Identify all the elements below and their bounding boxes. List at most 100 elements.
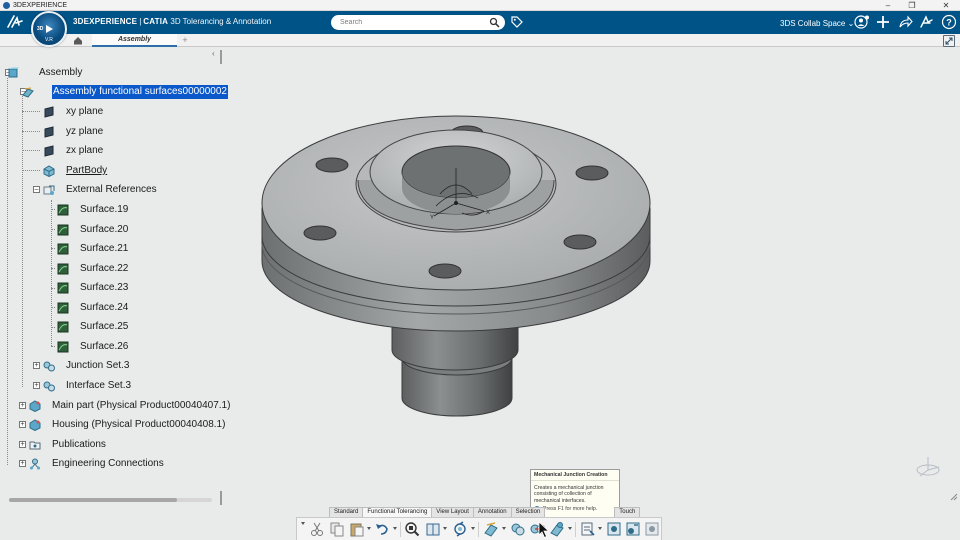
- tree-node-label: zx plane: [66, 145, 104, 156]
- interface-set-icon: [43, 381, 55, 392]
- svg-text:?: ?: [946, 18, 952, 28]
- rotate-view-icon[interactable]: [452, 521, 468, 537]
- app-name: 3D Tolerancing & Annotation: [170, 17, 272, 26]
- dassault-logo-icon[interactable]: [5, 13, 25, 31]
- partbody-icon: [43, 165, 55, 177]
- compass-apps-icon[interactable]: [918, 14, 934, 30]
- tab-touch[interactable]: Touch: [614, 507, 641, 517]
- tree-node-label: Main part (Physical Product00040407.1): [52, 400, 231, 411]
- plane-icon: [44, 126, 54, 138]
- search-input[interactable]: [340, 17, 480, 28]
- action-bar-menu-icon[interactable]: [301, 522, 305, 525]
- collab-space-selector[interactable]: 3DS Collab Space ⌄: [780, 19, 854, 28]
- tab-assembly[interactable]: Assembly: [92, 34, 177, 47]
- expand-icon[interactable]: +: [33, 382, 40, 389]
- axis-y-label: Y: [430, 215, 434, 221]
- home-icon[interactable]: [64, 34, 92, 47]
- view-mode-dropdown-icon[interactable]: [443, 527, 447, 530]
- expand-icon[interactable]: +: [19, 441, 26, 448]
- rotate-dropdown-icon[interactable]: [471, 527, 475, 530]
- publications-icon: [29, 441, 41, 450]
- tree-node-label-selected: Assembly functional surfaces00000002: [52, 85, 228, 99]
- junction-set-tool-icon[interactable]: [549, 521, 565, 537]
- tab-functional-tolerancing[interactable]: Functional Tolerancing: [362, 507, 433, 517]
- copy-icon[interactable]: [329, 521, 345, 537]
- physical-product-icon: [29, 419, 41, 431]
- help-icon[interactable]: ?: [941, 14, 957, 30]
- interface-tool-icon[interactable]: [510, 521, 526, 537]
- search-box[interactable]: [331, 15, 505, 30]
- tree-node-label: Surface.22: [80, 263, 129, 274]
- compass-button[interactable]: 3D V.R: [31, 11, 67, 47]
- engineering-connections-icon: [30, 458, 40, 470]
- brand-title: 3DEXPERIENCE | CATIA 3D Tolerancing & Anno…: [73, 17, 271, 26]
- search-icon[interactable]: [489, 17, 500, 28]
- tag-icon[interactable]: [510, 15, 524, 29]
- user-avatar-icon[interactable]: [854, 14, 870, 30]
- expand-icon[interactable]: +: [19, 421, 26, 428]
- tab-standard[interactable]: Standard: [329, 507, 364, 517]
- collapse-icon[interactable]: –: [33, 186, 40, 193]
- surface-icon: [57, 341, 69, 353]
- functional-surfaces-tool-icon[interactable]: [483, 521, 499, 537]
- surface-icon: [57, 302, 69, 314]
- tree-node-label: Assembly: [39, 67, 83, 78]
- plane-icon: [44, 106, 54, 118]
- add-tab-button[interactable]: +: [180, 34, 190, 47]
- 3d-viewport[interactable]: Y X: [222, 48, 960, 506]
- mouse-cursor-icon: [538, 521, 550, 539]
- fullscreen-icon[interactable]: [943, 35, 955, 47]
- action-bar-tabs: Standard Functional Tolerancing View Lay…: [329, 507, 641, 517]
- specification-tree: – Assembly – Assembly functional surface…: [0, 48, 230, 493]
- cut-icon[interactable]: [309, 521, 325, 537]
- annotation-dropdown-icon[interactable]: [598, 527, 602, 530]
- annotation-set-icon[interactable]: [580, 521, 596, 537]
- app-icon: [3, 2, 10, 9]
- resize-grip-icon[interactable]: [950, 493, 958, 501]
- tab-annotation[interactable]: Annotation: [472, 507, 512, 517]
- view-compass-icon[interactable]: [912, 454, 944, 480]
- share-icon[interactable]: [897, 14, 913, 30]
- external-references-icon: [43, 185, 55, 195]
- tolerance-tool-icon[interactable]: [625, 521, 641, 537]
- tab-selection[interactable]: Selection: [510, 507, 546, 517]
- action-bar: [296, 517, 662, 540]
- view-mode-icon[interactable]: [425, 521, 441, 537]
- paste-icon[interactable]: [349, 521, 365, 537]
- close-window-icon[interactable]: ✕: [936, 0, 956, 11]
- assembly-icon: [8, 67, 19, 78]
- tab-view-layout[interactable]: View Layout: [431, 507, 474, 517]
- tree-node-label: Surface.24: [80, 302, 129, 313]
- datum-tool-icon[interactable]: [606, 521, 622, 537]
- expand-icon[interactable]: +: [19, 402, 26, 409]
- surface-icon: [57, 263, 69, 275]
- tree-node-label: Surface.26: [80, 341, 129, 352]
- restore-icon[interactable]: ❐: [902, 0, 922, 11]
- compass-label: 3D: [37, 26, 44, 32]
- functional-surfaces-dropdown-icon[interactable]: [502, 527, 506, 530]
- datum-system-tool-icon[interactable]: [644, 521, 660, 537]
- tree-node-label: Surface.23: [80, 282, 129, 293]
- tree-node-label: Interface Set.3: [66, 380, 132, 391]
- tree-node-label: Housing (Physical Product00040408.1): [52, 419, 226, 430]
- expand-icon[interactable]: +: [19, 460, 26, 467]
- junction-dropdown-icon[interactable]: [568, 527, 572, 530]
- collab-space-label: 3DS Collab Space: [780, 19, 846, 28]
- tree-horizontal-scrollbar[interactable]: [9, 498, 212, 502]
- tree-node-label: Surface.25: [80, 321, 129, 332]
- axis-x-label: X: [486, 210, 490, 216]
- minimize-icon[interactable]: –: [878, 0, 898, 11]
- tooltip-title: Mechanical Junction Creation: [531, 470, 619, 481]
- tree-node-label: PartBody: [66, 165, 108, 176]
- tooltip-body: Creates a mechanical junction consisting…: [531, 481, 619, 505]
- expand-arrows-icon: [945, 37, 953, 45]
- expand-icon[interactable]: +: [33, 362, 40, 369]
- add-icon[interactable]: [875, 14, 891, 30]
- undo-icon[interactable]: [374, 521, 390, 537]
- paste-dropdown-icon[interactable]: [367, 527, 371, 530]
- undo-dropdown-icon[interactable]: [393, 527, 397, 530]
- flange-model[interactable]: Y X: [222, 48, 960, 506]
- zoom-fit-icon[interactable]: [404, 521, 420, 537]
- plane-icon: [44, 145, 54, 157]
- scrollbar-thumb[interactable]: [9, 498, 177, 502]
